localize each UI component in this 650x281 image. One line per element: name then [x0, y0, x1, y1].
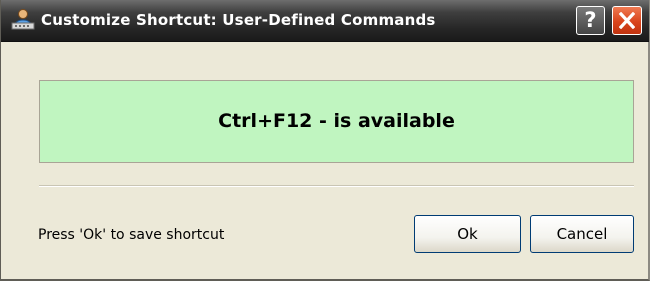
dialog-window: Customize Shortcut: User-Defined Command…: [0, 0, 650, 281]
user-commands-icon: [11, 8, 35, 30]
help-button[interactable]: ?: [576, 6, 605, 35]
shortcut-status-message: Ctrl+F12 - is available: [218, 110, 455, 132]
ok-button[interactable]: Ok: [414, 215, 521, 253]
cancel-button[interactable]: Cancel: [530, 215, 634, 253]
title-bar[interactable]: Customize Shortcut: User-Defined Command…: [1, 0, 649, 42]
window-title: Customize Shortcut: User-Defined Command…: [41, 11, 436, 29]
shortcut-status-box: Ctrl+F12 - is available: [39, 80, 634, 163]
separator: [39, 185, 634, 187]
close-button[interactable]: [612, 6, 642, 35]
save-hint: Press 'Ok' to save shortcut: [38, 227, 225, 243]
